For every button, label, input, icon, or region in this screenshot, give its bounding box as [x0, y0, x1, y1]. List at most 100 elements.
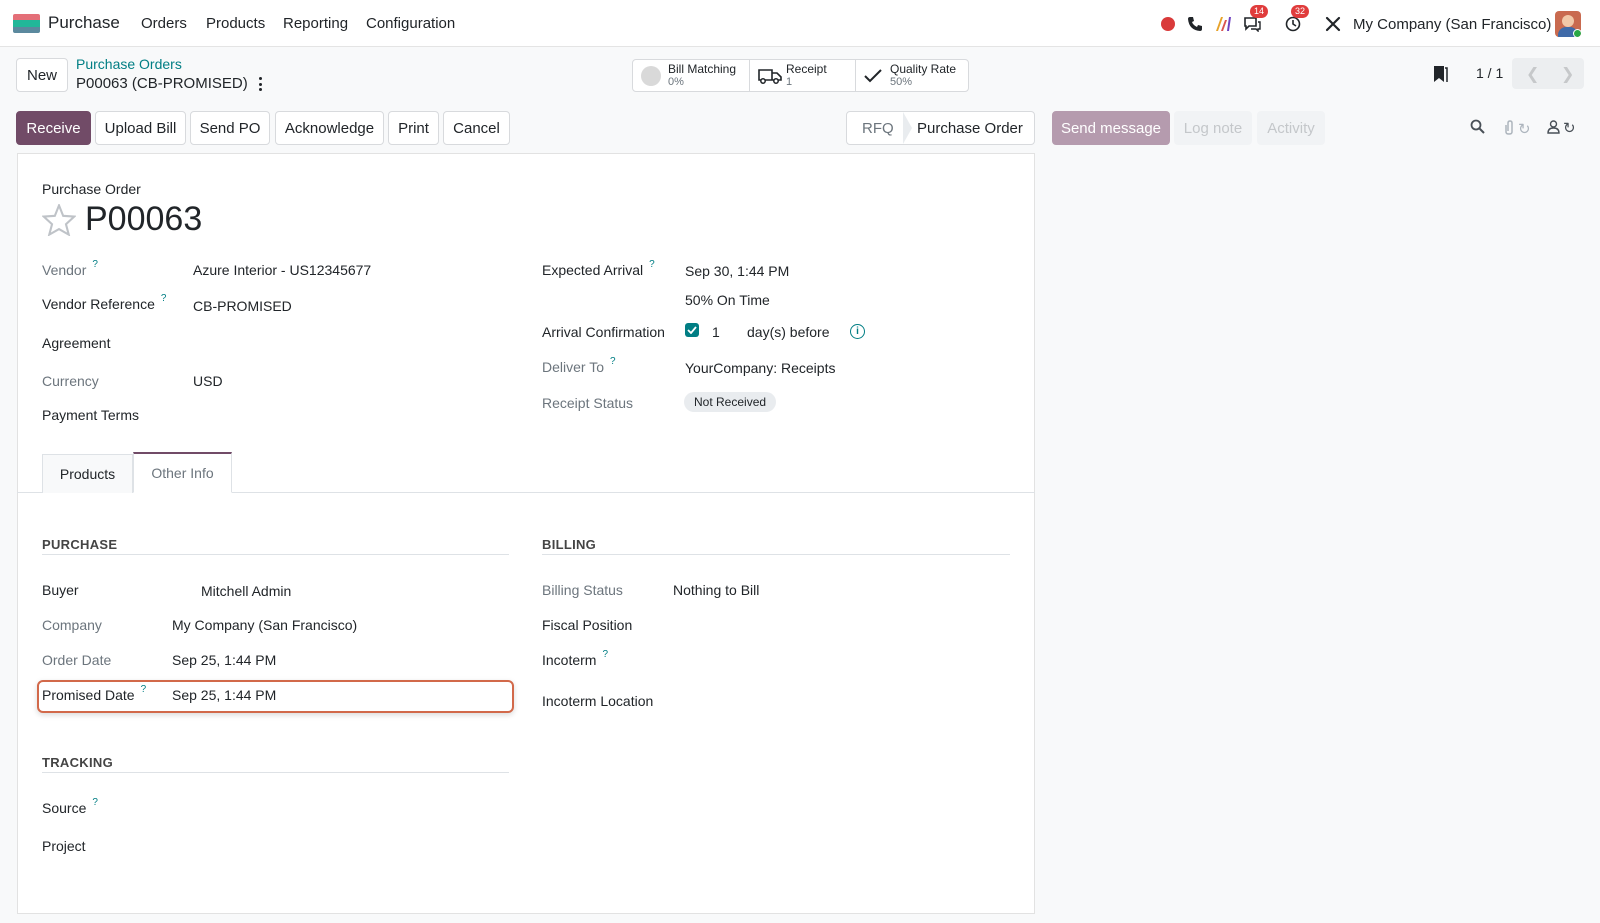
vendor-reference-value[interactable]: CB-PROMISED: [193, 298, 292, 314]
breadcrumb-purchase-orders[interactable]: Purchase Orders: [76, 56, 182, 72]
bookmark-icon[interactable]: [1432, 65, 1448, 86]
project-label: Project: [42, 838, 86, 854]
status-rfq[interactable]: RFQ: [862, 120, 894, 137]
send-message-button[interactable]: Send message: [1052, 111, 1170, 145]
purchase-section-title: PURCHASE: [42, 537, 118, 552]
promised-date-value[interactable]: Sep 25, 1:44 PM: [172, 687, 276, 703]
follower-refresh-icon[interactable]: ↻: [1563, 119, 1576, 137]
billing-status-label: Billing Status: [542, 582, 623, 598]
check-icon: [864, 68, 882, 82]
attachment-icon[interactable]: [1503, 120, 1515, 139]
log-note-button[interactable]: Log note: [1174, 111, 1252, 145]
bill-matching-title: Bill Matching: [668, 62, 737, 76]
quality-rate-smart-button[interactable]: Quality Rate 50%: [855, 59, 969, 92]
source-help-icon[interactable]: ?: [92, 797, 98, 808]
record-actions-icon[interactable]: [255, 76, 265, 92]
fiscal-position-label: Fiscal Position: [542, 617, 633, 633]
app-name[interactable]: Purchase: [48, 13, 120, 33]
messages-badge: 14: [1250, 5, 1269, 18]
search-icon[interactable]: [1470, 119, 1485, 137]
incoterm-location-label: Incoterm Location: [542, 693, 654, 709]
cancel-button[interactable]: Cancel: [443, 111, 510, 145]
purchase-section-separator: [42, 554, 509, 555]
pager-next-icon[interactable]: ❯: [1561, 64, 1574, 84]
tracking-section-title: TRACKING: [42, 755, 114, 770]
promised-date-label: Promised Date?: [42, 684, 147, 703]
arrival-confirmation-checkbox[interactable]: [685, 323, 699, 337]
company-switcher[interactable]: My Company (San Francisco): [1353, 16, 1551, 33]
acknowledge-button[interactable]: Acknowledge: [275, 111, 384, 145]
vendor-value[interactable]: Azure Interior - US12345677: [193, 262, 371, 278]
buyer-value[interactable]: Mitchell Admin: [201, 583, 291, 599]
pager-value[interactable]: 1 / 1: [1476, 65, 1503, 81]
company-value[interactable]: My Company (San Francisco): [172, 617, 357, 633]
status-purchase-order[interactable]: Purchase Order: [917, 120, 1023, 137]
deliver-to-label: Deliver To?: [542, 356, 616, 375]
follower-icon[interactable]: [1547, 120, 1560, 137]
source-label: Source?: [42, 797, 98, 816]
receipt-status-badge: Not Received: [684, 392, 777, 412]
vendor-reference-label: Vendor Reference?: [42, 293, 167, 312]
agreement-label: Agreement: [42, 335, 111, 351]
top-navbar: Purchase Orders Products Reporting Confi…: [0, 0, 1600, 47]
phone-icon[interactable]: [1184, 13, 1206, 35]
favorite-star-icon[interactable]: [41, 202, 77, 239]
apps-menu-icon[interactable]: [13, 14, 40, 33]
receipt-status-label: Receipt Status: [542, 395, 634, 411]
user-avatar[interactable]: [1555, 11, 1581, 37]
vendor-help-icon[interactable]: ?: [92, 259, 98, 270]
payment-terms-label: Payment Terms: [42, 407, 139, 423]
order-date-value[interactable]: Sep 25, 1:44 PM: [172, 652, 276, 668]
deliver-to-value[interactable]: YourCompany: Receipts: [685, 360, 835, 376]
incoterm-help-icon[interactable]: ?: [602, 649, 608, 660]
deliver-to-help-icon[interactable]: ?: [610, 356, 616, 367]
incoterm-label: Incoterm?: [542, 649, 609, 668]
receipt-smart-button[interactable]: Receipt 1: [749, 59, 856, 92]
record-name: P00063 (CB-PROMISED): [76, 75, 248, 92]
pager-previous-icon[interactable]: ❮: [1526, 64, 1539, 84]
toggle-circle-icon: [641, 65, 661, 86]
arrival-confirmation-days[interactable]: 1: [712, 324, 720, 340]
on-time-rate[interactable]: 50% On Time: [685, 292, 770, 308]
activity-clock-icon[interactable]: 32: [1282, 5, 1310, 35]
quality-rate-value: 50%: [890, 76, 913, 88]
tab-products[interactable]: Products: [42, 454, 133, 493]
menu-reporting[interactable]: Reporting: [283, 15, 348, 32]
print-button[interactable]: Print: [388, 111, 439, 145]
promised-date-help-icon[interactable]: ?: [141, 684, 147, 695]
quality-rate-title: Quality Rate: [890, 62, 957, 76]
vendor-label: Vendor?: [42, 259, 98, 278]
info-icon[interactable]: i: [850, 324, 865, 339]
receive-button[interactable]: Receive: [16, 111, 91, 145]
billing-section-separator: [542, 554, 1010, 555]
bill-matching-smart-button[interactable]: Bill Matching 0%: [632, 59, 750, 92]
new-button[interactable]: New: [16, 58, 68, 92]
currency-value[interactable]: USD: [193, 373, 223, 389]
tracking-section-separator: [42, 772, 509, 773]
tab-other-info-label: Other Info: [151, 465, 214, 481]
tab-other-info[interactable]: Other Info: [133, 452, 232, 493]
expected-arrival-label: Expected Arrival?: [542, 259, 655, 278]
currency-label: Currency: [42, 373, 99, 389]
activities-badge: 32: [1291, 5, 1310, 18]
vendor-reference-help-icon[interactable]: ?: [161, 293, 167, 304]
upload-bill-button[interactable]: Upload Bill: [95, 111, 186, 145]
menu-orders[interactable]: Orders: [141, 15, 187, 32]
order-date-label: Order Date: [42, 652, 112, 668]
menu-configuration[interactable]: Configuration: [366, 15, 455, 32]
truck-icon: [758, 68, 782, 84]
ai-icon[interactable]: [1213, 13, 1235, 35]
send-po-button[interactable]: Send PO: [190, 111, 270, 145]
expected-arrival-help-icon[interactable]: ?: [649, 259, 655, 270]
refresh-icon[interactable]: ↻: [1518, 120, 1531, 138]
expected-arrival-value[interactable]: Sep 30, 1:44 PM: [685, 263, 789, 279]
menu-products[interactable]: Products: [206, 15, 265, 32]
bill-matching-value: 0%: [668, 76, 684, 88]
record-dot-icon[interactable]: [1157, 13, 1179, 35]
messages-icon[interactable]: 14: [1241, 5, 1269, 35]
activity-button[interactable]: Activity: [1257, 111, 1325, 145]
debug-tools-icon[interactable]: [1322, 13, 1344, 35]
buyer-label: Buyer: [42, 582, 79, 598]
doc-type-label: Purchase Order: [42, 181, 141, 197]
company-label: Company: [42, 617, 102, 633]
